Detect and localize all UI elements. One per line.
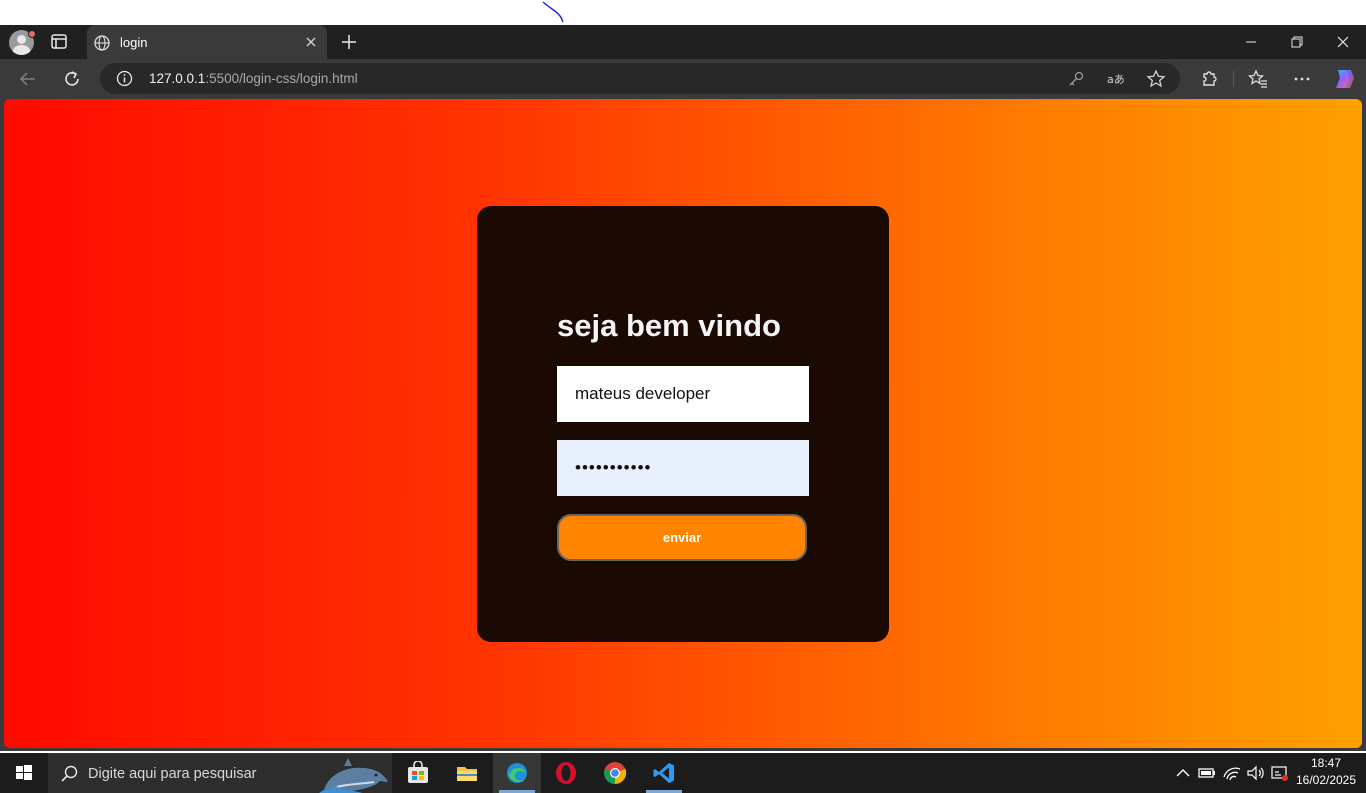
close-window-icon[interactable]	[1320, 25, 1366, 59]
translate-icon[interactable]: aあ	[1106, 69, 1126, 89]
stray-stroke	[542, 1, 564, 23]
edge-icon	[507, 763, 527, 783]
vscode-icon	[653, 763, 674, 783]
taskbar-store[interactable]	[394, 753, 442, 793]
password-input[interactable]	[557, 440, 809, 496]
taskbar-chrome[interactable]	[591, 753, 639, 793]
url-text: 127.0.0.1:5500/login-css/login.html	[149, 71, 358, 86]
taskbar-file-explorer[interactable]	[443, 753, 491, 793]
extensions-icon[interactable]	[1198, 68, 1220, 90]
favorites-icon[interactable]	[1247, 68, 1269, 90]
site-info-icon[interactable]	[116, 70, 133, 87]
minimize-icon[interactable]	[1228, 25, 1274, 59]
tab-title: login	[120, 35, 148, 50]
url-path: :5500/login-css/login.html	[205, 71, 358, 86]
globe-icon	[94, 35, 110, 51]
login-card: seja bem vindo enviar	[477, 206, 889, 642]
toolbar-separator	[1233, 71, 1234, 87]
profile-notification-dot	[28, 30, 36, 38]
clock-date: 16/02/2025	[1295, 773, 1357, 787]
chevron-up-icon[interactable]	[1173, 763, 1193, 783]
username-input[interactable]	[557, 366, 809, 422]
windows-start-icon[interactable]	[0, 753, 48, 793]
wifi-icon[interactable]	[1222, 763, 1242, 783]
restore-icon[interactable]	[1274, 25, 1320, 59]
search-placeholder: Digite aqui para pesquisar	[88, 766, 257, 782]
toolbar: 127.0.0.1:5500/login-css/login.html aあ	[0, 59, 1366, 99]
windows-taskbar: Digite aqui para pesquisar 18:47 16/02/2…	[0, 753, 1366, 793]
opera-icon	[556, 762, 576, 784]
volume-icon[interactable]	[1246, 763, 1266, 783]
taskbar-search[interactable]: Digite aqui para pesquisar	[48, 753, 392, 793]
favorite-star-icon[interactable]	[1146, 69, 1166, 89]
avatar-head	[17, 35, 26, 44]
copilot-icon[interactable]	[1332, 68, 1354, 90]
tab-bar: login	[0, 25, 1366, 59]
close-tab-icon[interactable]	[302, 33, 320, 51]
submit-button[interactable]: enviar	[557, 514, 807, 561]
desktop-strip	[0, 0, 1366, 25]
reload-icon[interactable]	[61, 68, 83, 90]
file-explorer-icon	[457, 767, 477, 781]
url-host: 127.0.0.1	[149, 71, 206, 86]
search-icon	[61, 765, 78, 782]
search-highlight-whale-icon	[319, 758, 388, 793]
screen: login 127.0.0.1:5500/login-css/login.htm…	[0, 0, 1366, 793]
system-clock[interactable]: 18:47 16/02/2025	[1292, 755, 1360, 789]
svg-text:aあ: aあ	[1107, 73, 1125, 86]
taskbar-edge[interactable]	[493, 753, 541, 793]
clock-time: 18:47	[1310, 756, 1342, 770]
browser-viewport: seja bem vindo enviar	[0, 99, 1366, 751]
tab-actions-icon[interactable]	[48, 32, 70, 52]
avatar-body	[13, 45, 30, 55]
new-tab-icon[interactable]	[339, 32, 359, 52]
store-icon	[408, 761, 428, 783]
password-key-icon[interactable]	[1066, 69, 1086, 89]
taskbar-vscode[interactable]	[640, 753, 688, 793]
more-icon[interactable]	[1291, 68, 1313, 90]
login-page-background: seja bem vindo enviar	[4, 99, 1362, 748]
taskbar-opera[interactable]	[542, 753, 590, 793]
login-title: seja bem vindo	[557, 308, 781, 343]
meet-now-icon[interactable]	[1270, 763, 1290, 783]
tab-login[interactable]: login	[87, 25, 327, 59]
address-bar[interactable]: 127.0.0.1:5500/login-css/login.html aあ	[100, 63, 1180, 94]
back-icon[interactable]	[17, 68, 39, 90]
chrome-icon	[604, 762, 627, 784]
battery-icon[interactable]	[1197, 763, 1217, 783]
